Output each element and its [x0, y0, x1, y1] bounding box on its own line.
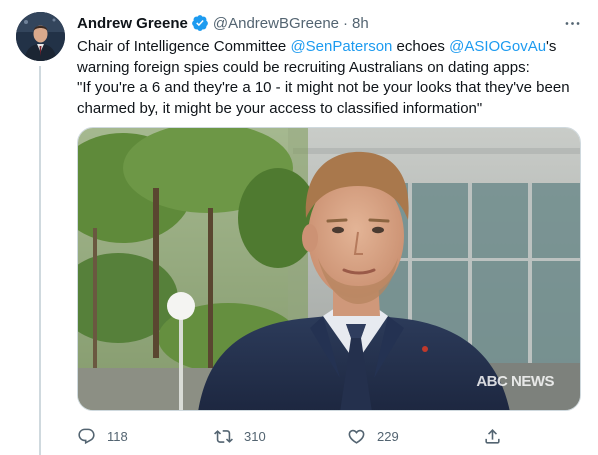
reply-count: 118: [107, 428, 128, 444]
more-options-icon[interactable]: [558, 11, 586, 35]
like-count: 229: [377, 428, 399, 444]
avatar[interactable]: [16, 12, 65, 61]
mention-link[interactable]: @ASIOGovAu: [449, 38, 546, 55]
verified-badge-icon: [191, 14, 209, 32]
video-frame: [78, 128, 580, 410]
retweet-count: 310: [244, 428, 266, 444]
tweet-video[interactable]: ABC NEWS: [77, 127, 581, 411]
tweet-text-line-2: warning foreign spies could be recruitin…: [77, 58, 530, 76]
tweet-text-line-4: charmed by, it might be your access to c…: [77, 99, 483, 117]
abc-news-watermark: ABC NEWS: [476, 373, 554, 390]
avatar-image: [16, 12, 65, 61]
mention-link[interactable]: @SenPaterson: [290, 38, 392, 55]
timestamp[interactable]: 8h: [352, 15, 369, 32]
retweet-button[interactable]: 310: [214, 422, 266, 450]
tweet-text-line-3: "If you're a 6 and they're a 10 - it mig…: [77, 79, 570, 96]
tweet-text-line-1: Chair of Intelligence Committee @SenPate…: [77, 37, 582, 58]
thread-line: [39, 66, 41, 455]
author-name[interactable]: Andrew Greene: [77, 15, 188, 32]
separator-dot: ·: [343, 14, 348, 32]
tweet-header: Andrew Greene @AndrewBGreene · 8h: [77, 12, 369, 34]
share-button[interactable]: [483, 422, 502, 450]
tweet-text: Chair of Intelligence Committee @SenPate…: [77, 37, 582, 119]
tweet-actions: 118 310 229: [77, 422, 507, 450]
text-segment: echoes: [392, 38, 450, 55]
share-icon: [485, 428, 500, 444]
heart-icon: [348, 429, 365, 444]
like-button[interactable]: 229: [347, 422, 399, 450]
reply-button[interactable]: 118: [77, 422, 128, 450]
reply-icon: [78, 428, 95, 444]
retweet-icon: [214, 429, 233, 443]
text-segment: Chair of Intelligence Committee: [77, 38, 291, 55]
tweet[interactable]: Andrew Greene @AndrewBGreene · 8h Chair …: [0, 0, 598, 455]
text-segment: 's: [546, 38, 557, 55]
author-handle[interactable]: @AndrewBGreene: [213, 15, 339, 32]
